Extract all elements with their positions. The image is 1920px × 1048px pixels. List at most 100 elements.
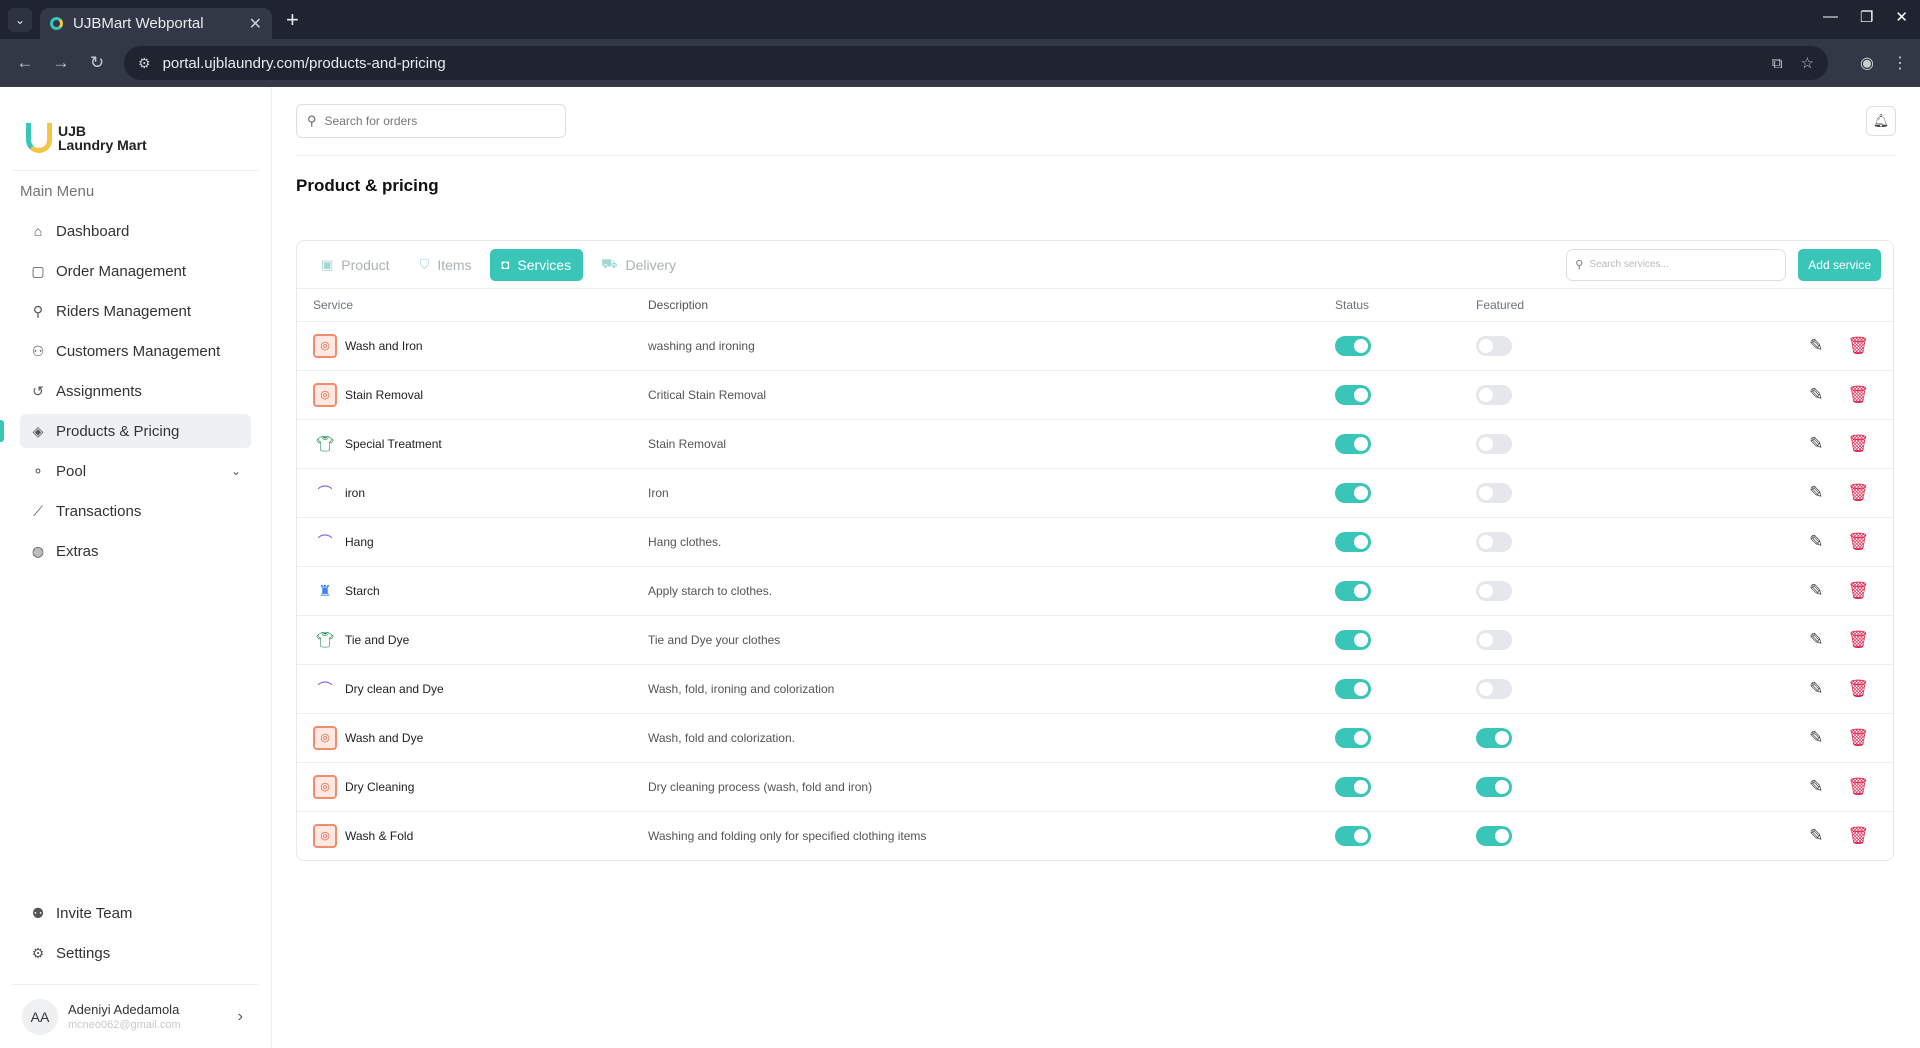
status-toggle[interactable] bbox=[1335, 727, 1371, 748]
tab-search-icon[interactable]: ⌄ bbox=[8, 7, 32, 32]
featured-toggle[interactable] bbox=[1476, 678, 1512, 699]
bottle-icon: ♜ bbox=[318, 582, 332, 600]
trash-icon[interactable]: 🗑︎ bbox=[1847, 434, 1869, 454]
edit-pencil-icon[interactable]: ✎ bbox=[1809, 532, 1823, 552]
sidebar-item-customers-management[interactable]: ⚇ Customers Management bbox=[20, 334, 251, 368]
status-cell bbox=[1335, 517, 1476, 567]
notification-bell-icon[interactable]: 🔔︎ bbox=[1866, 106, 1896, 136]
package-icon: ▣ bbox=[321, 256, 334, 272]
tab-items[interactable]: ⛉ Items bbox=[408, 249, 484, 281]
trash-icon[interactable]: 🗑︎ bbox=[1847, 826, 1869, 846]
featured-toggle[interactable] bbox=[1476, 825, 1512, 846]
status-toggle[interactable] bbox=[1335, 678, 1371, 699]
sidebar-item-order-management[interactable]: ▢ Order Management bbox=[20, 254, 251, 288]
service-cell-content: 👕︎ Special Treatment bbox=[313, 432, 648, 456]
trash-icon[interactable]: 🗑︎ bbox=[1847, 581, 1869, 601]
actions-cell: ✎ 🗑︎ bbox=[1726, 713, 1893, 763]
sidebar-item-riders-management[interactable]: ⚲ Riders Management bbox=[20, 294, 251, 328]
status-toggle[interactable] bbox=[1335, 629, 1371, 650]
status-toggle[interactable] bbox=[1335, 482, 1371, 503]
edit-pencil-icon[interactable]: ✎ bbox=[1809, 434, 1823, 454]
tab-services[interactable]: ◘ Services bbox=[489, 248, 584, 281]
tab-delivery[interactable]: ⛟ Delivery bbox=[589, 249, 688, 281]
site-info-icon[interactable]: ⚙ bbox=[138, 55, 151, 72]
tab-label: Delivery bbox=[625, 256, 677, 273]
trash-icon[interactable]: 🗑︎ bbox=[1847, 385, 1869, 405]
tab-product[interactable]: ▣ Product bbox=[309, 249, 402, 281]
close-window-icon[interactable]: ✕ bbox=[1895, 8, 1908, 26]
service-name: Dry Cleaning bbox=[345, 779, 415, 794]
brand-logo[interactable]: UJB Laundry Mart bbox=[0, 87, 271, 170]
status-toggle[interactable] bbox=[1335, 531, 1371, 552]
featured-toggle[interactable] bbox=[1476, 727, 1512, 748]
status-toggle[interactable] bbox=[1335, 825, 1371, 846]
featured-toggle[interactable] bbox=[1476, 629, 1512, 650]
edit-pencil-icon[interactable]: ✎ bbox=[1809, 826, 1823, 846]
service-name: Tie and Dye bbox=[345, 632, 410, 647]
chevron-down-icon[interactable]: ⌄ bbox=[231, 464, 241, 478]
edit-pencil-icon[interactable]: ✎ bbox=[1809, 581, 1823, 601]
featured-toggle[interactable] bbox=[1476, 384, 1512, 405]
chevron-right-icon[interactable]: › bbox=[238, 1008, 243, 1026]
browser-tab[interactable]: UJBMart Webportal ✕ bbox=[40, 8, 272, 39]
reload-icon[interactable]: ↻ bbox=[84, 53, 110, 73]
new-tab-icon[interactable]: + bbox=[286, 8, 299, 31]
sidebar-item-products-pricing[interactable]: ◈ Products & Pricing bbox=[0, 414, 251, 448]
restore-icon[interactable]: ❐ bbox=[1860, 8, 1873, 26]
edit-pencil-icon[interactable]: ✎ bbox=[1809, 483, 1823, 503]
forward-icon[interactable]: → bbox=[48, 53, 74, 73]
featured-toggle[interactable] bbox=[1476, 335, 1512, 356]
trash-icon[interactable]: 🗑︎ bbox=[1847, 336, 1869, 356]
status-cell bbox=[1335, 664, 1476, 714]
sidebar-item-transactions[interactable]: ⟋ Transactions bbox=[20, 494, 251, 528]
close-tab-icon[interactable]: ✕ bbox=[249, 14, 262, 34]
sidebar-item-extras[interactable]: ◍ Extras bbox=[20, 534, 251, 568]
status-toggle[interactable] bbox=[1335, 384, 1371, 405]
minimize-icon[interactable]: — bbox=[1823, 8, 1838, 26]
trash-icon[interactable]: 🗑︎ bbox=[1847, 630, 1869, 650]
service-cell: ◎ Wash and Iron bbox=[297, 321, 648, 371]
add-service-button[interactable]: Add service bbox=[1798, 248, 1881, 281]
service-cell: 👕︎ Tie and Dye bbox=[297, 615, 648, 665]
status-toggle[interactable] bbox=[1335, 776, 1371, 797]
order-search-input[interactable]: ⚲ Search for orders bbox=[296, 104, 566, 138]
featured-toggle[interactable] bbox=[1476, 433, 1512, 454]
install-app-icon[interactable]: ⧉ bbox=[1772, 55, 1783, 72]
top-bar: ⚲ Search for orders 🔔︎ bbox=[296, 87, 1896, 156]
service-search-input[interactable]: ⚲ Search services... bbox=[1566, 248, 1787, 281]
table-row: ◎ Wash and Iron washing and ironing ✎ 🗑︎ bbox=[297, 321, 1893, 371]
sidebar-item-assignments[interactable]: ↺ Assignments bbox=[20, 374, 251, 408]
sidebar-item-label: Riders Management bbox=[56, 302, 192, 320]
service-cell-content: ⌒ Hang bbox=[313, 530, 648, 554]
trash-icon[interactable]: 🗑︎ bbox=[1847, 483, 1869, 503]
trash-icon[interactable]: 🗑︎ bbox=[1847, 728, 1869, 748]
status-toggle[interactable] bbox=[1335, 580, 1371, 601]
featured-toggle[interactable] bbox=[1476, 776, 1512, 797]
edit-pencil-icon[interactable]: ✎ bbox=[1809, 728, 1823, 748]
featured-toggle[interactable] bbox=[1476, 580, 1512, 601]
sidebar-item-settings[interactable]: ⚙ Settings bbox=[20, 936, 251, 970]
edit-pencil-icon[interactable]: ✎ bbox=[1809, 679, 1823, 699]
service-name: Wash and Dye bbox=[345, 730, 424, 745]
back-icon[interactable]: ← bbox=[12, 53, 38, 73]
bookmark-star-icon[interactable]: ☆ bbox=[1801, 54, 1814, 72]
trash-icon[interactable]: 🗑︎ bbox=[1847, 532, 1869, 552]
sidebar-item-invite-team[interactable]: ⚉ Invite Team bbox=[20, 896, 251, 930]
featured-toggle[interactable] bbox=[1476, 482, 1512, 503]
edit-pencil-icon[interactable]: ✎ bbox=[1809, 385, 1823, 405]
status-toggle[interactable] bbox=[1335, 433, 1371, 454]
trash-icon[interactable]: 🗑︎ bbox=[1847, 679, 1869, 699]
featured-toggle[interactable] bbox=[1476, 531, 1512, 552]
profile-icon[interactable]: ◉ bbox=[1860, 53, 1874, 73]
sidebar-item-dashboard[interactable]: ⌂ Dashboard bbox=[20, 214, 251, 248]
url-bar[interactable]: ⚙ portal.ujblaundry.com/products-and-pri… bbox=[124, 46, 1829, 80]
user-profile[interactable]: AA Adeniyi Adedamola mcneo062@gmail.com … bbox=[12, 984, 259, 1048]
sidebar-item-pool[interactable]: ⚬ Pool ⌄ bbox=[20, 454, 251, 488]
edit-pencil-icon[interactable]: ✎ bbox=[1809, 336, 1823, 356]
status-toggle[interactable] bbox=[1335, 335, 1371, 356]
edit-pencil-icon[interactable]: ✎ bbox=[1809, 777, 1823, 797]
edit-pencil-icon[interactable]: ✎ bbox=[1809, 630, 1823, 650]
menu-kebab-icon[interactable]: ⋮ bbox=[1892, 53, 1908, 73]
tab-label: Items bbox=[437, 256, 472, 273]
trash-icon[interactable]: 🗑︎ bbox=[1847, 777, 1869, 797]
